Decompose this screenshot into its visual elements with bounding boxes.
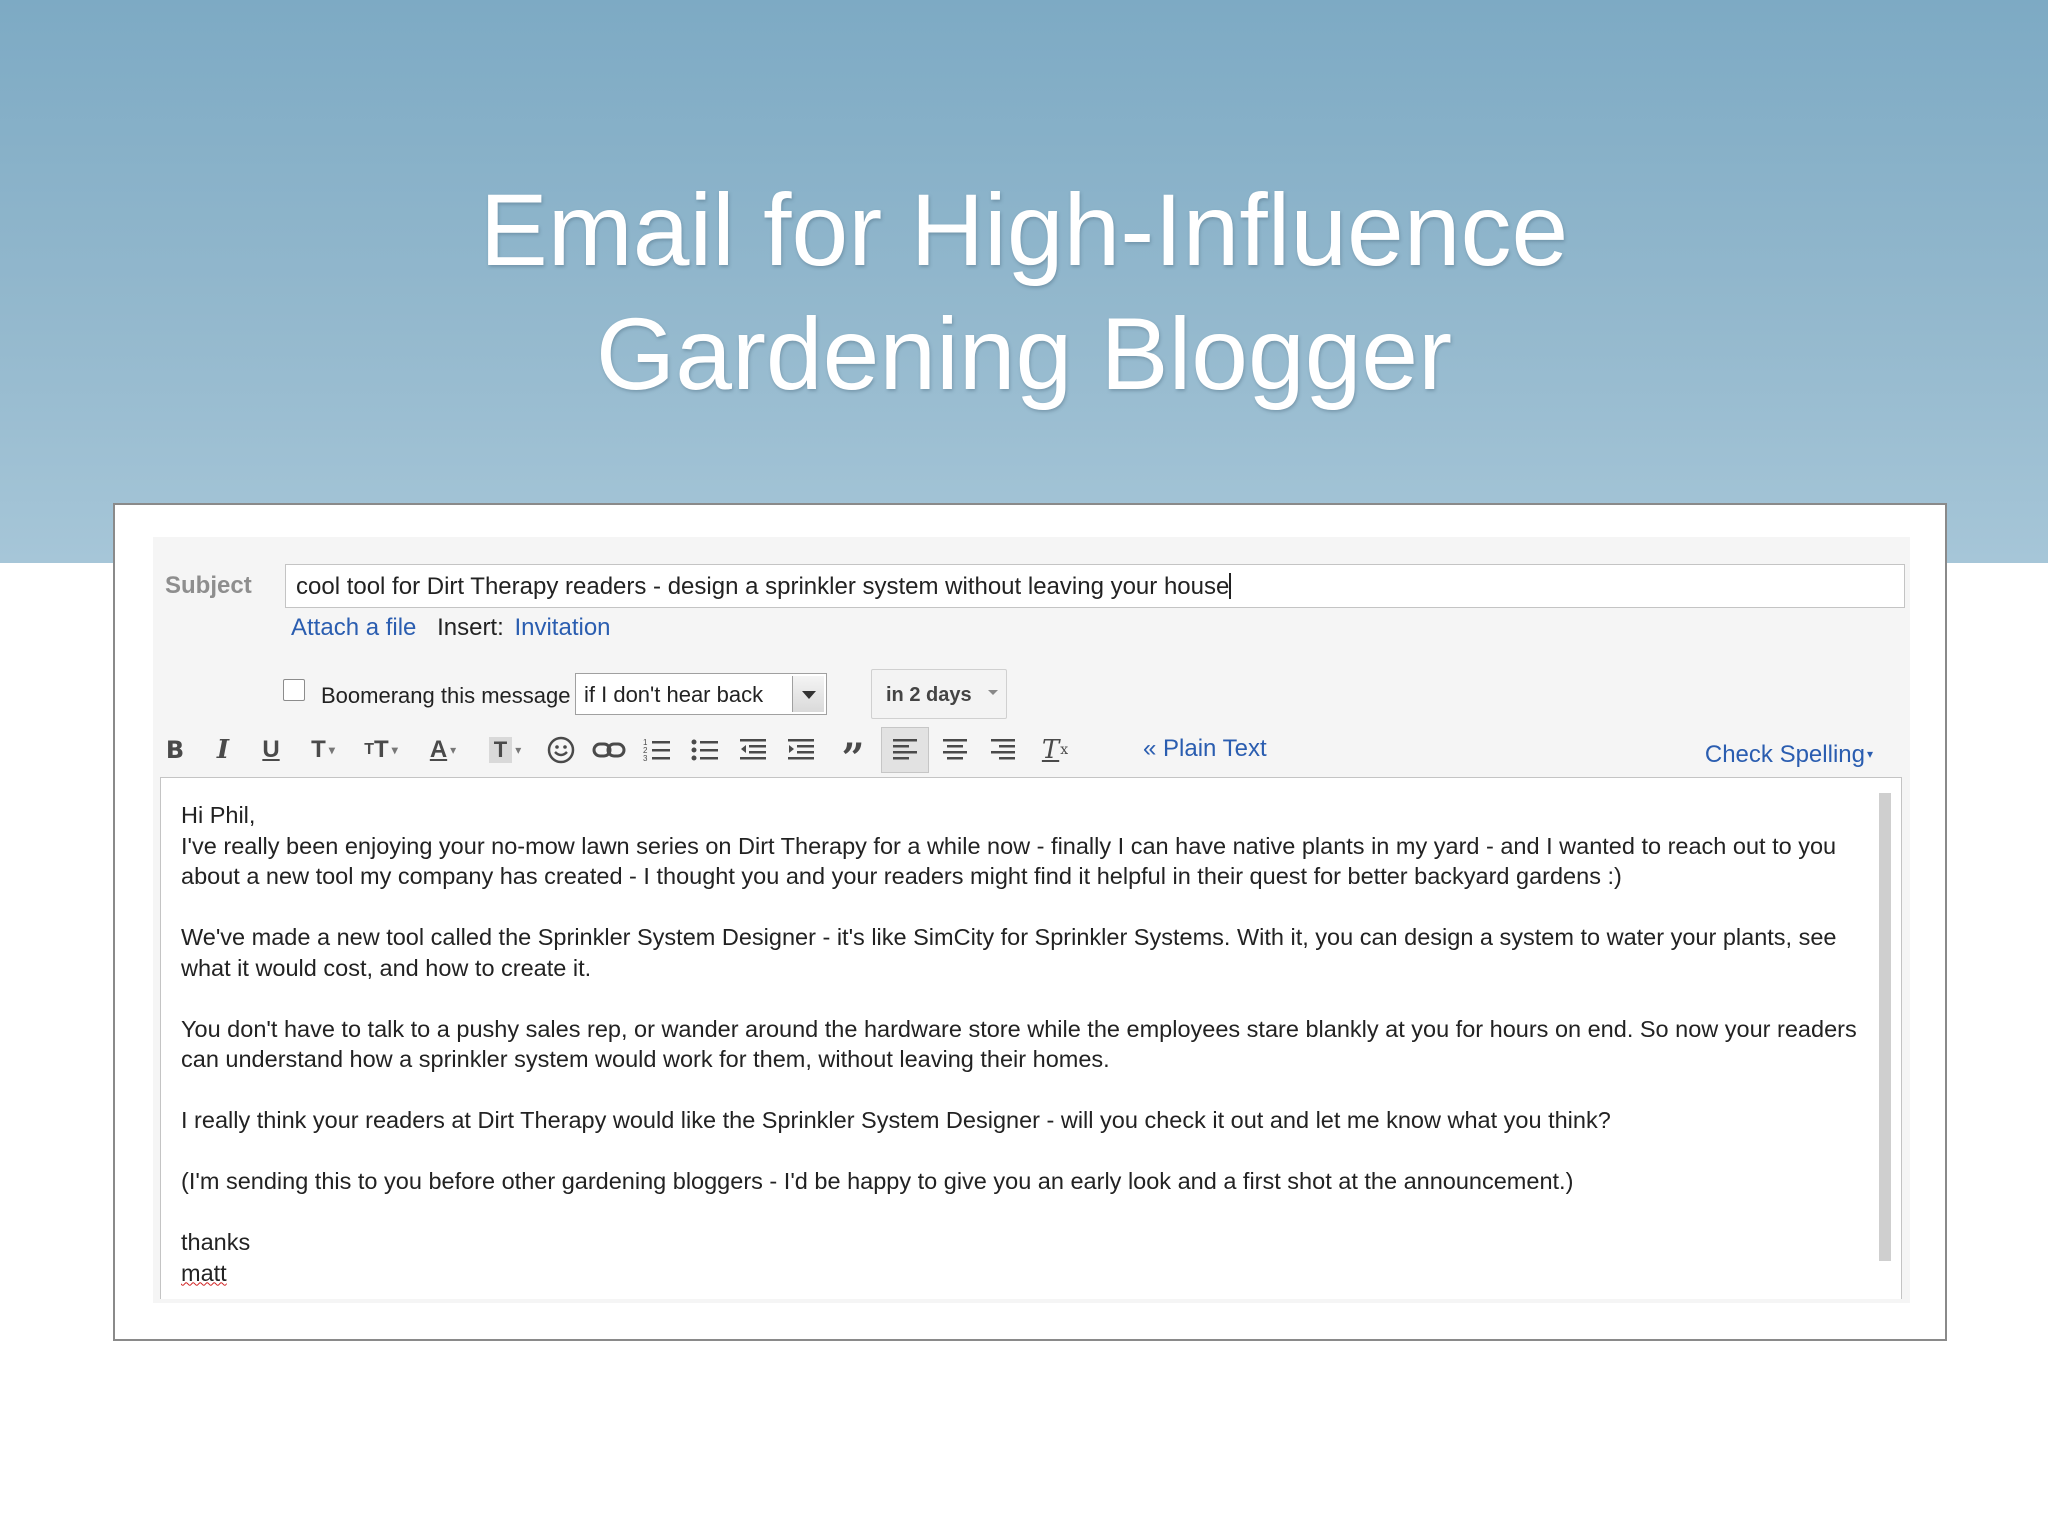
bulleted-list-icon[interactable] — [685, 727, 725, 773]
subject-label: Subject — [165, 572, 252, 599]
indent-more-icon[interactable] — [781, 727, 821, 773]
font-size-icon[interactable]: T T ▾ — [353, 727, 409, 773]
text-color-icon[interactable]: A ▾ — [417, 727, 469, 773]
boomerang-delay-value: in 2 days — [886, 684, 972, 706]
underline-icon[interactable]: U — [251, 727, 291, 773]
slide-title-line-1: Email for High-Influence — [479, 173, 1569, 287]
indent-less-icon[interactable] — [733, 727, 773, 773]
slide-title: Email for High-Influence Gardening Blogg… — [0, 168, 2048, 416]
boomerang-checkbox[interactable] — [283, 679, 305, 701]
highlight-icon[interactable]: T ▾ — [477, 727, 533, 773]
check-spelling-label: Check Spelling — [1704, 741, 1865, 768]
boomerang-label: Boomerang this message — [321, 683, 571, 708]
body-closing: thanks — [181, 1229, 251, 1255]
message-body-text: Hi Phil, I've really been enjoying your … — [181, 800, 1861, 1288]
boomerang-delay-dropdown[interactable]: in 2 days — [871, 669, 1007, 719]
bold-icon[interactable]: B — [155, 727, 195, 773]
email-compose-screenshot: Subject cool tool for Dirt Therapy reade… — [113, 503, 1947, 1341]
body-paragraph-4: I really think your readers at Dirt Ther… — [181, 1107, 1611, 1133]
body-scrollbar[interactable] — [1879, 793, 1891, 1261]
check-spelling-button[interactable]: Check Spelling ▾ — [1705, 741, 1873, 769]
attach-file-link[interactable]: Attach a file — [291, 614, 416, 641]
slide-title-line-2: Gardening Blogger — [595, 297, 1453, 411]
insert-invitation-link[interactable]: Invitation — [514, 614, 610, 641]
link-icon[interactable] — [589, 727, 629, 773]
boomerang-condition-value: if I don't hear back — [584, 682, 764, 707]
svg-text:3: 3 — [643, 754, 648, 763]
quote-icon[interactable]: ” — [833, 727, 873, 779]
insert-label: Insert: — [437, 614, 504, 641]
misspelled-word: matt — [181, 1259, 227, 1286]
plain-text-link[interactable]: « Plain Text — [1143, 735, 1267, 763]
italic-icon[interactable]: I — [203, 727, 243, 773]
remove-formatting-icon[interactable]: Tx — [1035, 727, 1075, 773]
text-cursor — [1229, 573, 1232, 599]
align-right-icon[interactable] — [983, 727, 1023, 773]
chevron-down-icon: ▾ — [1866, 747, 1873, 761]
font-icon[interactable]: T ▾ — [299, 727, 347, 773]
dropdown-caret-icon — [988, 690, 998, 695]
message-body-editor[interactable]: Hi Phil, I've really been enjoying your … — [160, 777, 1902, 1299]
emoji-icon[interactable] — [541, 727, 581, 773]
body-signature: matt — [181, 1258, 1861, 1289]
subject-input[interactable]: cool tool for Dirt Therapy readers - des… — [285, 564, 1905, 608]
align-left-icon[interactable] — [881, 727, 929, 773]
attach-row: Attach a file Insert: Invitation — [291, 614, 611, 642]
formatting-toolbar: B I U T ▾ T T ▾ A ▾ T ▾ 123 ” T x « Plai… — [155, 727, 1905, 779]
chevron-down-icon[interactable] — [792, 676, 824, 712]
align-center-icon[interactable] — [935, 727, 975, 773]
subject-value: cool tool for Dirt Therapy readers - des… — [296, 573, 1230, 600]
boomerang-condition-select[interactable]: if I don't hear back — [575, 673, 827, 715]
numbered-list-icon[interactable]: 123 — [637, 727, 677, 773]
body-greeting: Hi Phil, — [181, 802, 256, 828]
body-paragraph-1: I've really been enjoying your no-mow la… — [181, 832, 1837, 890]
body-paragraph-2: We've made a new tool called the Sprinkl… — [181, 924, 1837, 981]
body-paragraph-3: You don't have to talk to a pushy sales … — [181, 1015, 1857, 1073]
body-paragraph-5: (I'm sending this to you before other ga… — [181, 1168, 1574, 1194]
